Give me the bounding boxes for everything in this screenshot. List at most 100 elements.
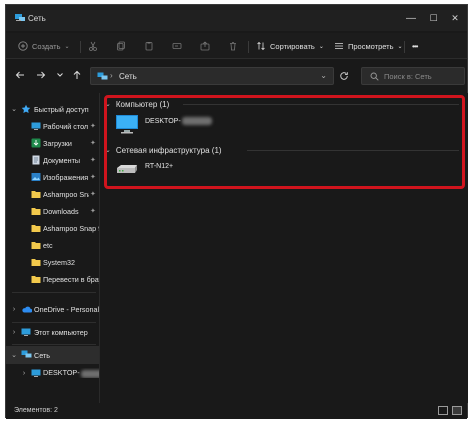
trash-icon [228, 41, 238, 51]
navigation-pane: ⌄ Быстрый доступ Рабочий стол ✦ Загрузки… [6, 93, 100, 403]
sidebar-item-quick-access[interactable]: ⌄ Быстрый доступ [6, 100, 99, 118]
network-item-router[interactable]: RT-N12+ [115, 161, 173, 179]
clipboard-icon [144, 41, 154, 51]
sidebar-item-folder[interactable]: etc [6, 236, 99, 254]
desktop-icon [31, 121, 41, 131]
paste-button[interactable] [144, 39, 154, 53]
command-bar: Создать ⌄ Сортировать ⌄ Просмотреть ⌄ ••… [6, 33, 467, 59]
sidebar-label: Этот компьютер [34, 327, 88, 337]
address-location: Сеть [119, 72, 137, 81]
chevron-down-icon: ⌄ [397, 43, 403, 50]
close-button[interactable]: ✕ [442, 5, 468, 31]
downloads-icon [31, 138, 41, 148]
star-icon [21, 104, 31, 114]
pin-icon: ✦ [90, 140, 96, 147]
sidebar-item-folder[interactable]: Downloads ✦ [6, 202, 99, 220]
sidebar-item-folder[interactable]: Перевести в брау [6, 270, 99, 288]
create-button[interactable]: Создать ⌄ [18, 39, 70, 53]
sidebar-label: DESKTOP- [43, 368, 99, 378]
view-lines-icon [334, 41, 344, 51]
maximize-button[interactable]: ☐ [425, 5, 442, 31]
details-view-icon[interactable] [438, 406, 448, 415]
sidebar-label: Быстрый доступ [34, 104, 89, 114]
sidebar-label: Ashampoo Sna [43, 189, 89, 199]
sort-button[interactable]: Сортировать ⌄ [256, 39, 324, 53]
router-icon [115, 162, 139, 178]
sort-icon [256, 41, 266, 51]
chevron-right-icon[interactable]: › [10, 329, 18, 336]
network-item-desktop[interactable]: DESKTOP- [115, 114, 212, 136]
share-button[interactable] [200, 39, 210, 53]
chevron-down-icon: ⌄ [318, 43, 324, 50]
chevron-down-icon[interactable]: ⌄ [10, 105, 18, 113]
folder-icon [31, 189, 41, 199]
sidebar-label: etc [43, 240, 53, 250]
sidebar-item-desktop-computer[interactable]: › DESKTOP- [6, 364, 99, 382]
content-pane: ⌄ Компьютер (1) DESKTOP- ⌄ Сетевая инфра… [101, 93, 468, 403]
chevron-down-icon[interactable]: ⌄ [10, 351, 18, 359]
chevron-down-icon[interactable]: ⌄ [105, 146, 111, 154]
copy-icon [116, 41, 126, 51]
refresh-icon[interactable] [339, 71, 349, 83]
plus-circle-icon [18, 41, 28, 51]
search-placeholder: Поиск в: Сеть [384, 72, 432, 81]
title-bar: Сеть — ☐ ✕ [6, 5, 467, 31]
sidebar-item-pictures[interactable]: Изображения ✦ [6, 168, 99, 186]
chevron-down-icon [56, 71, 64, 81]
address-bar[interactable]: › Сеть ⌄ [90, 67, 334, 85]
recent-locations-button[interactable] [53, 69, 67, 83]
rename-button[interactable] [172, 39, 182, 53]
forward-button[interactable] [34, 69, 48, 83]
file-explorer-window: Сеть — ☐ ✕ Создать ⌄ Сортировать ⌄ Просм… [5, 4, 468, 419]
computer-icon [115, 113, 139, 137]
chevron-down-icon: ⌄ [64, 43, 70, 50]
chevron-right-icon[interactable]: › [20, 370, 28, 377]
tiles-view-icon[interactable] [452, 406, 462, 415]
sidebar-divider [12, 292, 96, 293]
folder-icon [31, 257, 41, 267]
sidebar-item-this-pc[interactable]: › Этот компьютер [6, 323, 99, 341]
delete-button[interactable] [228, 39, 238, 53]
sidebar-item-desktop[interactable]: Рабочий стол ✦ [6, 117, 99, 135]
minimize-button[interactable]: — [397, 5, 425, 31]
redacted-name [181, 117, 212, 125]
sidebar-item-folder[interactable]: System32 [6, 253, 99, 271]
search-box[interactable]: Поиск в: Сеть [361, 67, 465, 85]
sidebar-item-folder[interactable]: Ashampoo Snap 9 [6, 219, 99, 237]
item-count: Элементов: 2 [14, 407, 58, 414]
sidebar-item-network[interactable]: ⌄ Сеть [6, 346, 99, 364]
item-label: RT-N12+ [145, 162, 174, 170]
sidebar-label: OneDrive - Personal [34, 304, 100, 314]
chevron-down-icon[interactable]: ⌄ [320, 71, 327, 80]
back-button[interactable] [13, 69, 27, 83]
pin-icon: ✦ [90, 208, 96, 215]
sidebar-item-onedrive[interactable]: › OneDrive - Personal [6, 300, 100, 318]
item-label: DESKTOP- [145, 117, 212, 125]
group-header-computer[interactable]: ⌄ Компьютер (1) [105, 97, 169, 111]
sidebar-item-documents[interactable]: Документы ✦ [6, 151, 99, 169]
network-icon [97, 72, 108, 83]
cut-button[interactable] [88, 39, 98, 53]
up-button[interactable] [70, 69, 84, 83]
group-divider [183, 104, 459, 105]
folder-icon [31, 206, 41, 216]
more-options-button[interactable]: ••• [412, 39, 418, 53]
sidebar-item-downloads[interactable]: Загрузки ✦ [6, 134, 99, 152]
sidebar-item-folder[interactable]: Ashampoo Sna ✦ [6, 185, 99, 203]
chevron-right-icon: › [110, 71, 113, 80]
pin-icon: ✦ [90, 157, 96, 164]
computer-icon [21, 327, 31, 337]
scissors-icon [88, 41, 98, 51]
chevron-right-icon[interactable]: › [10, 306, 18, 313]
network-icon [21, 350, 32, 360]
sidebar-label: Downloads [43, 206, 79, 216]
toolbar-divider [80, 41, 81, 53]
chevron-down-icon[interactable]: ⌄ [105, 100, 111, 108]
group-header-network-infrastructure[interactable]: ⌄ Сетевая инфраструктура (1) [105, 143, 222, 157]
address-row: › Сеть ⌄ Поиск в: Сеть [6, 63, 467, 89]
arrow-right-icon [36, 70, 46, 82]
copy-button[interactable] [116, 39, 126, 53]
view-button[interactable]: Просмотреть ⌄ [334, 39, 403, 53]
pin-icon: ✦ [90, 174, 96, 181]
cloud-icon [21, 305, 33, 315]
